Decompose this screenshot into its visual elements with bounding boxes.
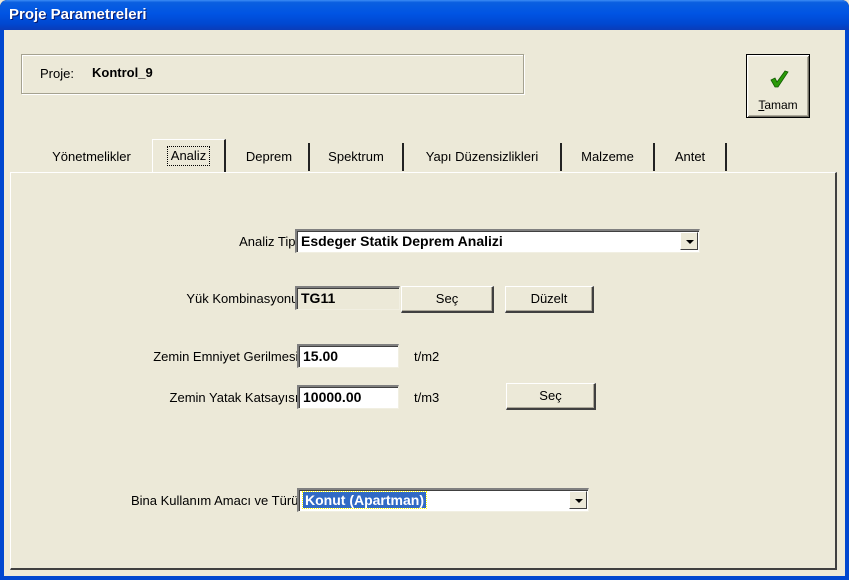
soil-coefficient-value: 10000.00: [303, 389, 362, 405]
soil-stress-unit: t/m2: [414, 349, 440, 364]
soil-stress-value: 15.00: [303, 348, 339, 364]
load-combination-value: TG11: [301, 290, 336, 306]
soil-coefficient-select-button[interactable]: Seç: [506, 383, 596, 410]
title-bar[interactable]: Proje Parametreleri: [0, 0, 849, 30]
load-combination-select-button[interactable]: Seç: [401, 286, 494, 313]
tab-label: Spektrum: [328, 149, 384, 164]
button-label: Seç: [539, 388, 562, 403]
tab-antet[interactable]: Antet: [655, 143, 727, 171]
soil-stress-label: Zemin Emniyet Gerilmesi:: [153, 349, 302, 364]
window-title: Proje Parametreleri: [9, 6, 147, 23]
soil-coefficient-unit: t/m3: [414, 390, 440, 405]
chevron-down-icon[interactable]: [680, 232, 698, 250]
load-combination-field: TG11: [295, 286, 400, 310]
button-label: Seç: [435, 291, 459, 306]
button-label: Düzelt: [530, 291, 568, 306]
dialog-window: Proje Parametreleri Proje: Kontrol_9 Tam…: [0, 0, 849, 580]
tab-label: Antet: [674, 149, 706, 164]
tab-label: Deprem: [245, 149, 293, 164]
ok-button-label: Tamam: [758, 98, 798, 112]
analiz-tab-panel: Analiz Tipi: Esdeger Statik Deprem Anali…: [10, 172, 837, 570]
tab-label: Analiz: [166, 146, 211, 166]
tab-analiz[interactable]: Analiz: [152, 139, 226, 172]
analysis-type-select[interactable]: Esdeger Statik Deprem Analizi: [295, 229, 700, 253]
tab-label: Malzeme: [581, 149, 634, 164]
analysis-type-value: Esdeger Statik Deprem Analizi: [301, 233, 503, 249]
project-label: Proje:: [40, 66, 74, 81]
soil-coefficient-input[interactable]: 10000.00: [297, 385, 399, 409]
tab-label: Yönetmelikler: [52, 149, 131, 164]
window-frame-bottom: [0, 576, 849, 580]
chevron-down-icon[interactable]: [569, 491, 587, 509]
building-use-label: Bina Kullanım Amacı ve Türü:: [130, 493, 302, 508]
ok-button[interactable]: Tamam: [746, 54, 810, 118]
window-frame-right: [845, 30, 849, 580]
project-info-box: Proje: Kontrol_9: [21, 54, 524, 94]
dialog-client-area: Proje: Kontrol_9 Tamam Yönetmelikler Ana…: [4, 30, 845, 576]
building-use-select[interactable]: Konut (Apartman): [297, 488, 589, 512]
tab-spektrum[interactable]: Spektrum: [310, 143, 404, 171]
analysis-type-label: Analiz Tipi:: [239, 234, 302, 249]
checkmark-icon: [770, 70, 789, 88]
tab-yapi-duzensizlikleri[interactable]: Yapı Düzensizlikleri: [404, 143, 562, 171]
load-combination-edit-button[interactable]: Düzelt: [505, 286, 594, 313]
tab-yonetmelikler[interactable]: Yönetmelikler: [31, 143, 154, 171]
soil-stress-input[interactable]: 15.00: [297, 344, 399, 368]
tab-label: Yapı Düzensizlikleri: [425, 149, 539, 164]
project-name: Kontrol_9: [92, 65, 153, 80]
tab-malzeme[interactable]: Malzeme: [562, 143, 655, 171]
building-use-value: Konut (Apartman): [302, 491, 427, 509]
tab-deprem[interactable]: Deprem: [230, 143, 310, 171]
load-combination-label: Yük Kombinasyonu:: [186, 291, 302, 306]
soil-coefficient-label: Zemin Yatak Katsayısı:: [169, 390, 302, 405]
